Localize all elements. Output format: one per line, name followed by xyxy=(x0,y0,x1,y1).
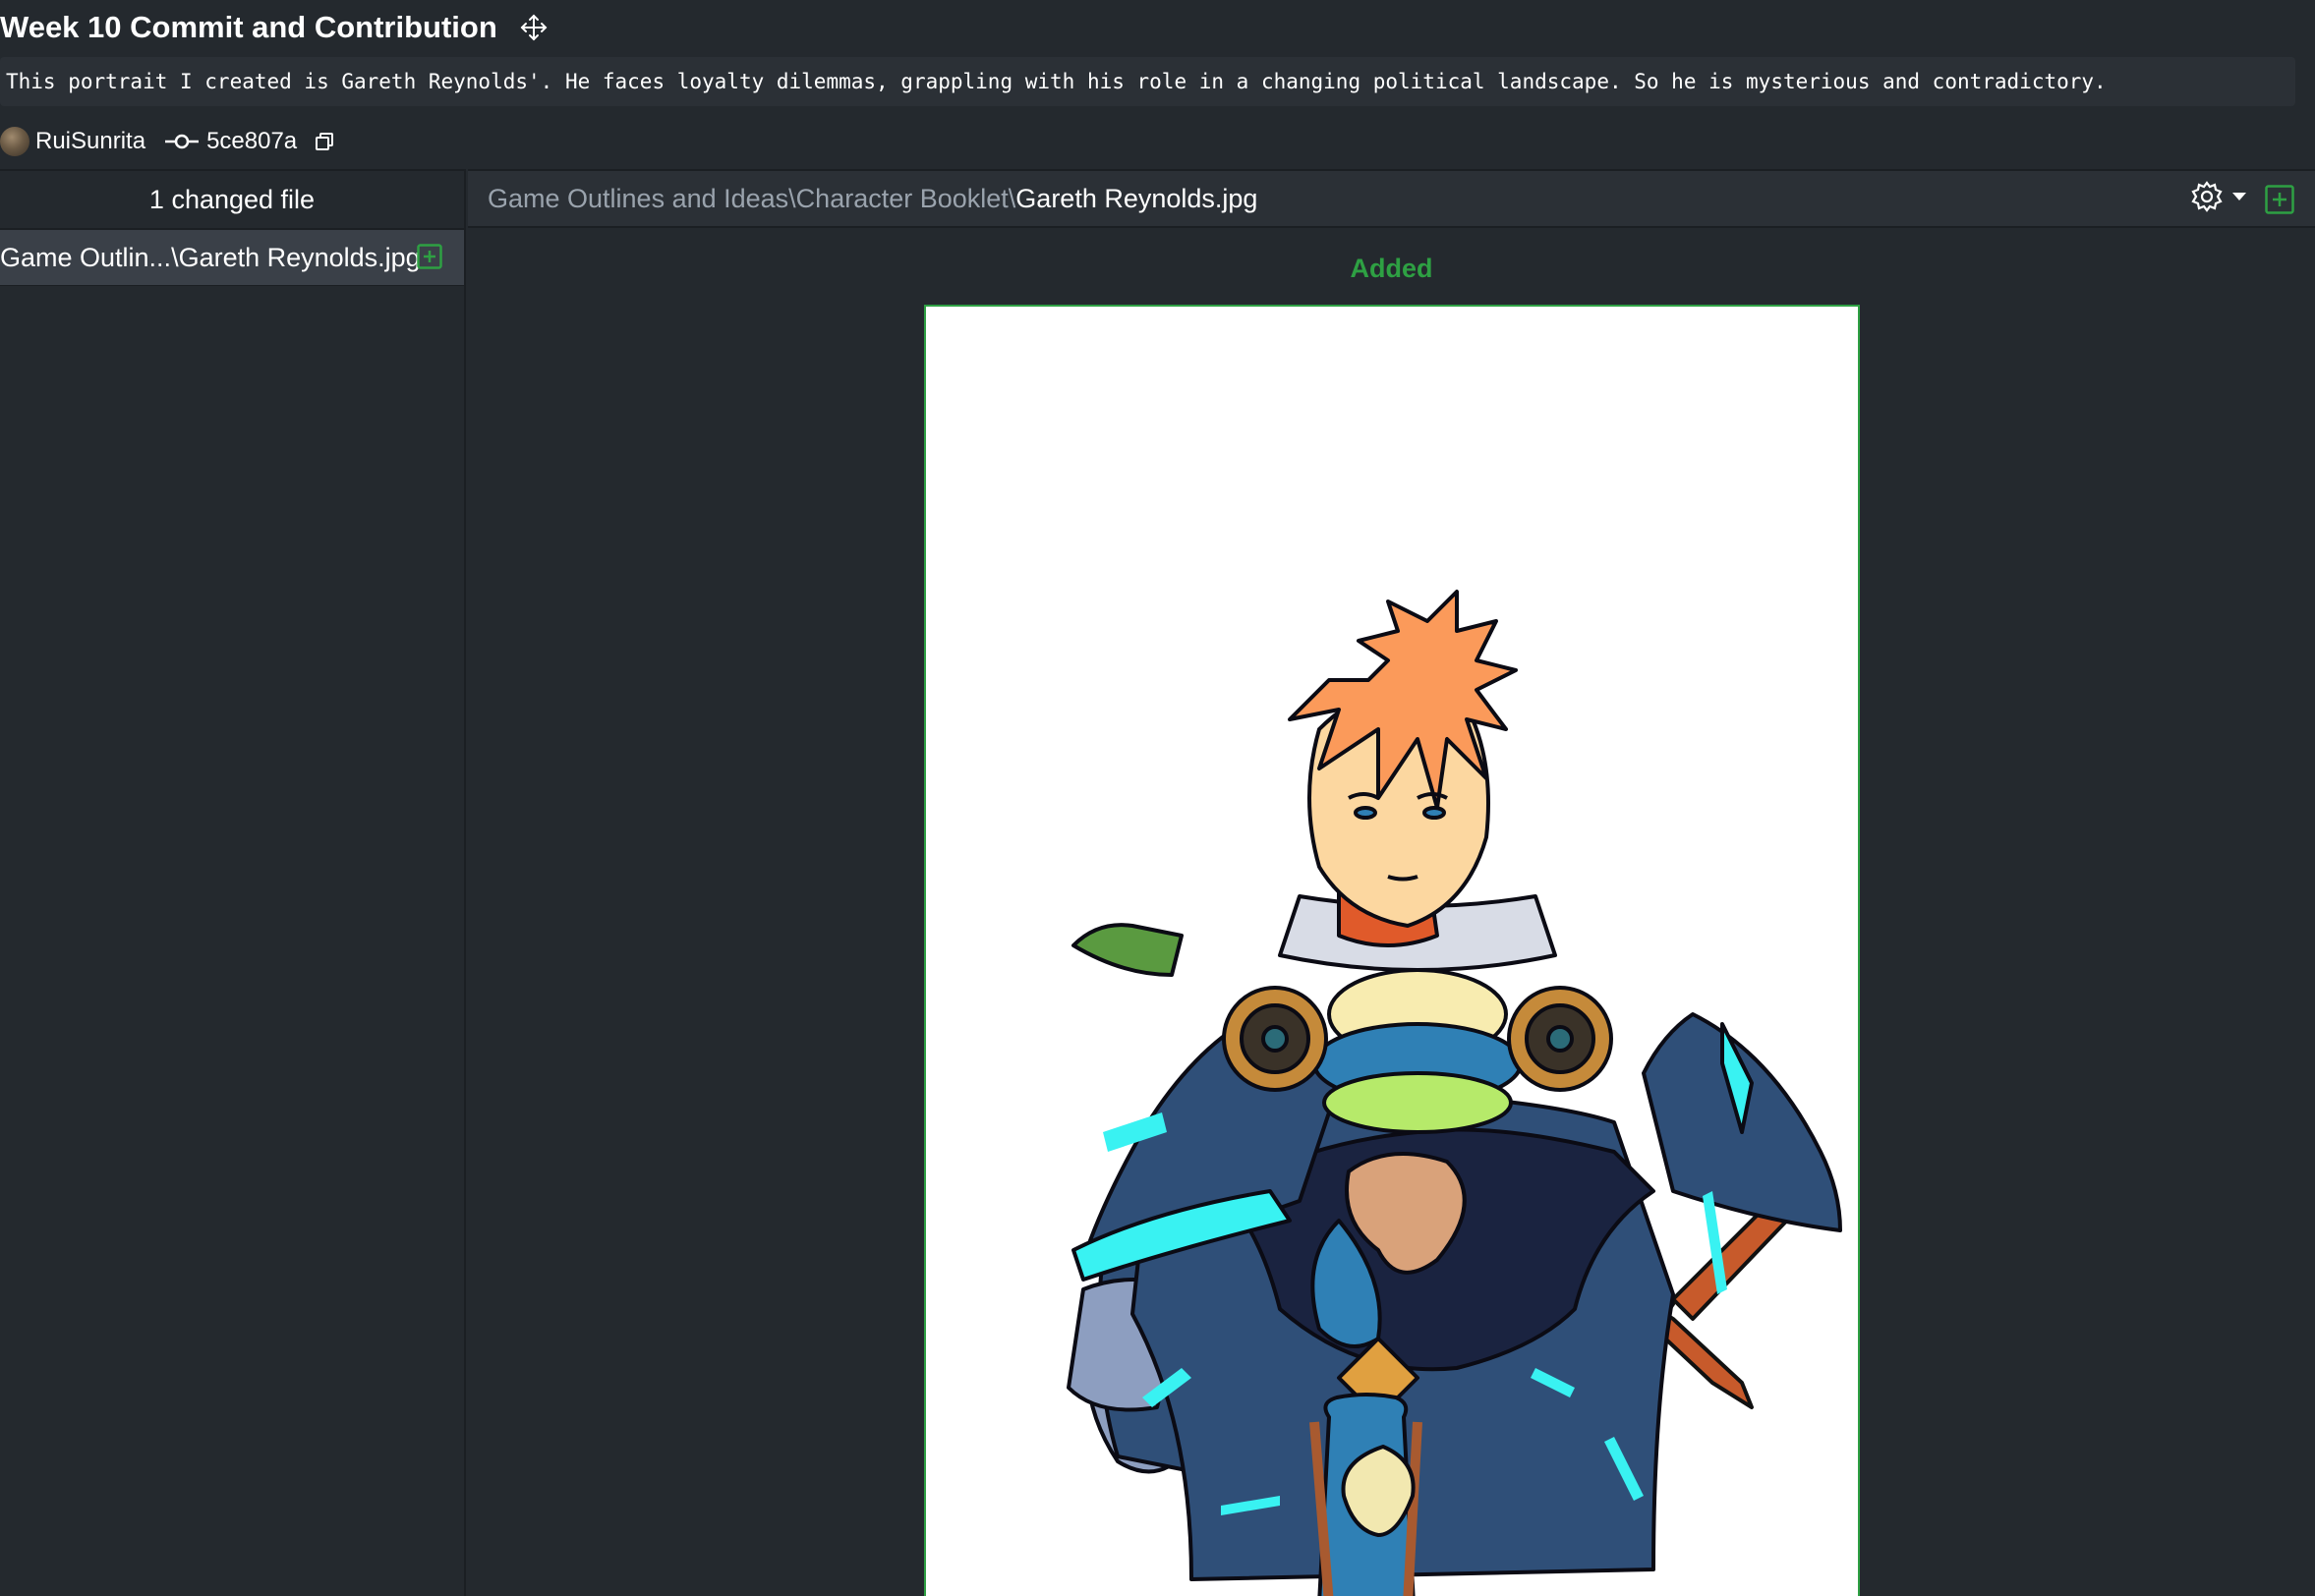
changed-files-count: 1 changed file xyxy=(0,171,464,230)
commit-description-text: This portrait I created is Gareth Reynol… xyxy=(6,70,2107,93)
plus-square-icon xyxy=(417,244,442,269)
file-path-bar: Game Outlines and Ideas\Character Bookle… xyxy=(468,169,2315,228)
plus-square-icon xyxy=(2265,185,2294,214)
settings-dropdown[interactable] xyxy=(2190,180,2247,213)
changed-files-panel: 1 changed file Game Outlin...\Gareth Rey… xyxy=(0,169,466,1596)
commit-view: Week 10 Commit and Contribution This por… xyxy=(0,0,2315,1596)
commit-icon xyxy=(165,134,200,149)
copy-icon[interactable] xyxy=(313,130,336,153)
image-preview xyxy=(924,305,1860,1596)
chevron-down-icon[interactable] xyxy=(2231,192,2247,201)
avatar[interactable] xyxy=(0,127,29,156)
character-portrait-image xyxy=(1067,590,1842,1596)
commit-sha: 5ce807a xyxy=(206,128,298,154)
author-name[interactable]: RuiSunrita xyxy=(35,128,145,155)
move-arrows-icon[interactable] xyxy=(519,13,549,42)
head xyxy=(1288,590,1518,928)
commit-header: Week 10 Commit and Contribution xyxy=(0,6,549,49)
changed-file-item[interactable]: Game Outlin...\Gareth Reynolds.jpg xyxy=(0,230,464,286)
file-path-name: Gareth Reynolds.jpg xyxy=(1015,183,1258,213)
gear-icon[interactable] xyxy=(2190,180,2224,213)
file-path-prefix: Game Outlines and Ideas\Character Bookle… xyxy=(488,183,1016,213)
commit-meta: RuiSunrita 5ce807a xyxy=(0,123,336,160)
commit-title: Week 10 Commit and Contribution xyxy=(0,10,497,44)
diff-status: Added xyxy=(1350,254,1433,283)
changed-file-name: Game Outlin...\Gareth Reynolds.jpg xyxy=(0,242,421,272)
commit-description: This portrait I created is Gareth Reynol… xyxy=(0,57,2295,106)
